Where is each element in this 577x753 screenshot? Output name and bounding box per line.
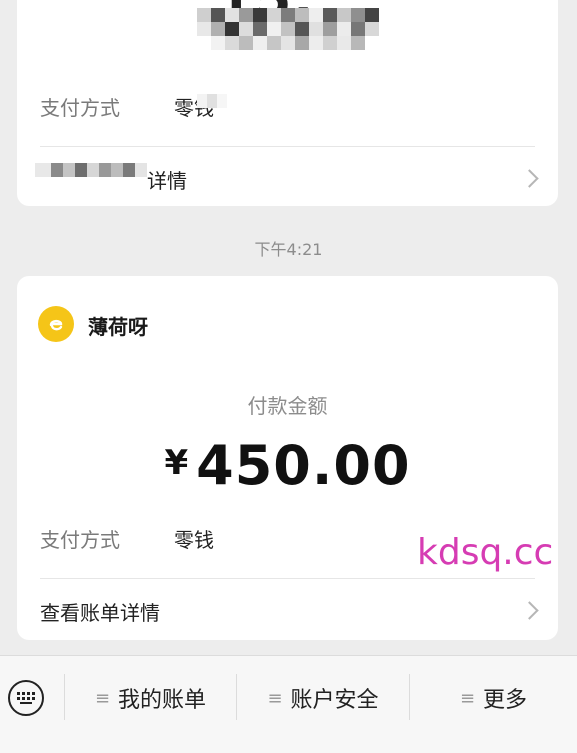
pay-method-value: 零钱 [174, 528, 214, 552]
previous-payment-card[interactable]: 15. 支付方式 零钱 详情 [17, 0, 558, 206]
divider [40, 578, 535, 579]
message-timestamp: 下午4:21 [254, 240, 323, 259]
menu-item-label: 更多 [483, 688, 528, 713]
bottom-safe-area [0, 740, 577, 753]
menu-lines-icon: ≡ [94, 687, 111, 709]
chevron-right-icon [520, 601, 539, 620]
menu-item-label: 我的账单 [118, 688, 207, 713]
amount-value: 450.00 [196, 434, 411, 497]
bottom-menu-bar: ≡ 我的账单 ≡ 账户安全 ≡ 更多 [0, 655, 577, 741]
payment-card[interactable]: 薄荷呀 付款金额 ¥450.00 支付方式 零钱 查看账单详情 [17, 276, 558, 640]
pay-amount-label: 付款金额 [247, 394, 328, 418]
pixelation-mask [197, 22, 379, 36]
menu-my-bills[interactable]: ≡ 我的账单 [65, 680, 236, 716]
chevron-right-icon [520, 169, 539, 188]
divider [40, 146, 535, 147]
pay-amount: ¥450.00 [17, 434, 558, 497]
merchant-logo-icon [38, 306, 74, 342]
menu-account-security[interactable]: ≡ 账户安全 [237, 680, 409, 716]
previous-detail-link[interactable]: 详情 [147, 165, 187, 194]
merchant-name: 薄荷呀 [88, 315, 148, 339]
menu-item-label: 账户安全 [290, 688, 379, 713]
pixelation-mask [211, 36, 365, 50]
pay-method-label: 支付方式 [40, 528, 120, 552]
menu-lines-icon: ≡ [267, 687, 283, 709]
menu-more[interactable]: ≡ 更多 [410, 680, 577, 716]
menu-lines-icon: ≡ [459, 687, 476, 709]
pixelation-mask [197, 94, 227, 108]
watermark: kdsq.cc [417, 532, 554, 573]
keyboard-icon[interactable] [8, 680, 44, 716]
currency-symbol: ¥ [164, 443, 189, 483]
pixelation-mask [35, 163, 147, 177]
pay-method-label: 支付方式 [40, 96, 120, 120]
view-bill-detail-link[interactable]: 查看账单详情 [40, 597, 160, 626]
pixelation-mask [197, 8, 379, 22]
